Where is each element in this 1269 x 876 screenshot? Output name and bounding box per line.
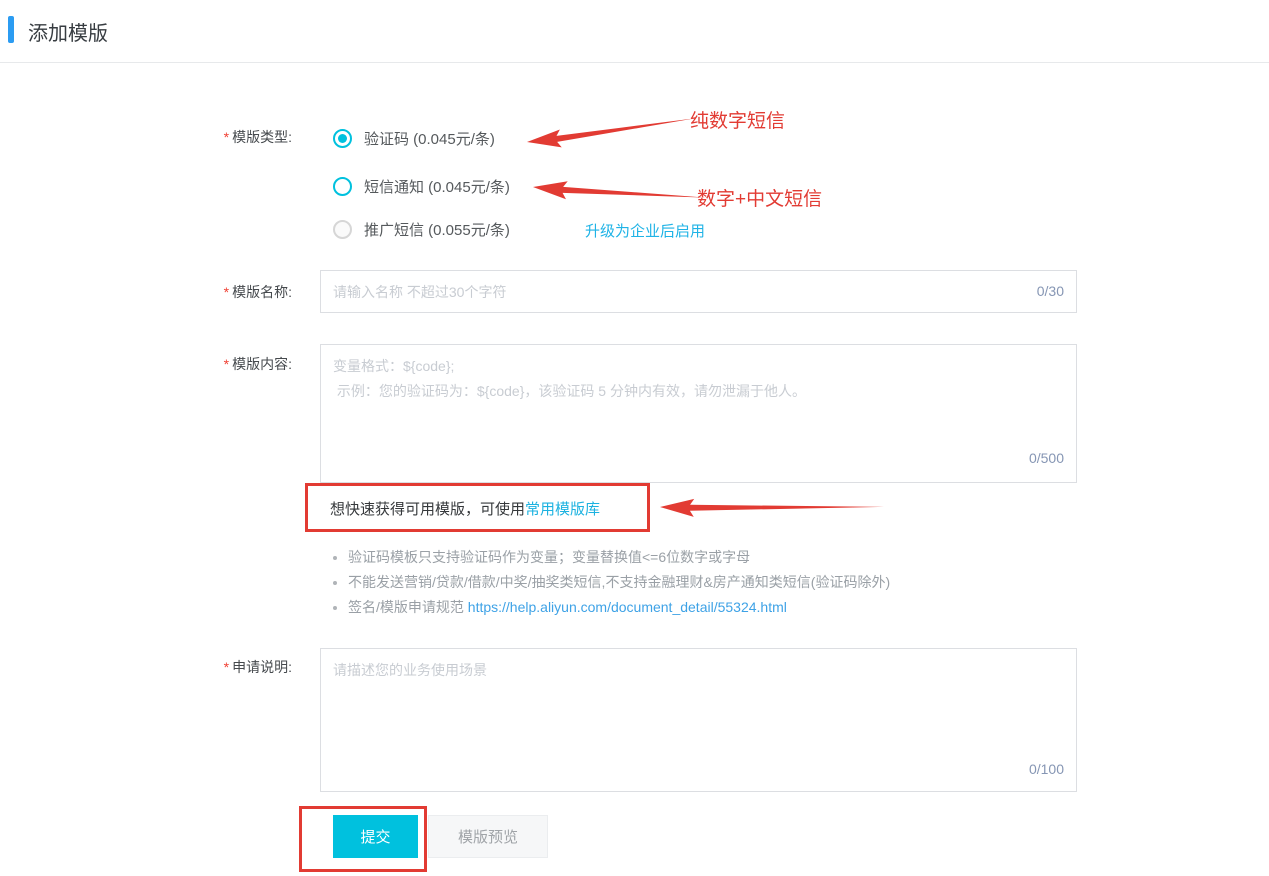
annotation-arrow-left-icon [532,177,708,214]
application-char-counter: 0/100 [1029,761,1064,777]
annotation-digit-chinese: 数字+中文短信 [697,184,822,211]
template-name-input[interactable] [321,271,1076,312]
application-note-label: *申请说明: [140,657,292,677]
radio-selected-icon[interactable] [333,129,352,148]
radio-label: 短信通知 (0.045元/条) [364,176,510,197]
annotation-arrow-left-icon [660,497,886,523]
template-preview-button[interactable]: 模版预览 [428,815,548,858]
template-spec-doc-link[interactable]: https://help.aliyun.com/document_detail/… [468,599,787,615]
application-note-textarea[interactable] [321,649,1076,791]
required-mark: * [224,659,229,675]
template-content-label: *模版内容: [140,354,292,374]
name-char-counter: 0/30 [1037,283,1064,299]
radio-option-sms-notice[interactable]: 短信通知 (0.045元/条) [333,176,510,196]
radio-unselected-icon[interactable] [333,177,352,196]
template-name-field-box [320,270,1077,313]
upgrade-to-enterprise-link[interactable]: 升级为企业后启用 [585,220,705,241]
radio-label: 验证码 (0.045元/条) [364,128,495,149]
annotation-arrow-left-icon [526,114,699,152]
page-title: 添加模版 [28,17,108,46]
radio-option-verification-code[interactable]: 验证码 (0.045元/条) [333,128,495,148]
content-char-counter: 0/500 [1029,450,1064,466]
radio-label: 推广短信 (0.055元/条) [364,219,510,240]
title-accent-bar [8,16,14,43]
submit-button[interactable]: 提交 [333,815,418,858]
required-mark: * [224,284,229,300]
template-content-field-box [320,344,1077,483]
add-template-page: 添加模版 *模版类型: 验证码 (0.045元/条) 短信通知 (0.045元/… [0,0,1269,876]
note-item: 验证码模板只支持验证码作为变量；变量替换值<=6位数字或字母 [348,545,890,570]
radio-disabled-icon [333,220,352,239]
template-type-label: *模版类型: [140,127,292,147]
radio-option-promo-sms: 推广短信 (0.055元/条) [333,219,510,239]
required-mark: * [224,356,229,372]
annotation-pure-digit: 纯数字短信 [690,106,785,133]
quick-tip-text: 想快速获得可用模版，可使用常用模版库 [330,498,600,519]
header-divider [0,62,1269,63]
notes-list: 验证码模板只支持验证码作为变量；变量替换值<=6位数字或字母 不能发送营销/贷款… [348,545,890,620]
note-item: 签名/模版申请规范 https://help.aliyun.com/docume… [348,595,890,620]
note-item: 不能发送营销/贷款/借款/中奖/抽奖类短信,不支持金融理财&房产通知类短信(验证… [348,570,890,595]
common-template-library-link[interactable]: 常用模版库 [525,501,600,518]
template-name-label: *模版名称: [140,282,292,302]
application-note-field-box [320,648,1077,792]
required-mark: * [224,129,229,145]
template-content-textarea[interactable] [321,345,1076,482]
